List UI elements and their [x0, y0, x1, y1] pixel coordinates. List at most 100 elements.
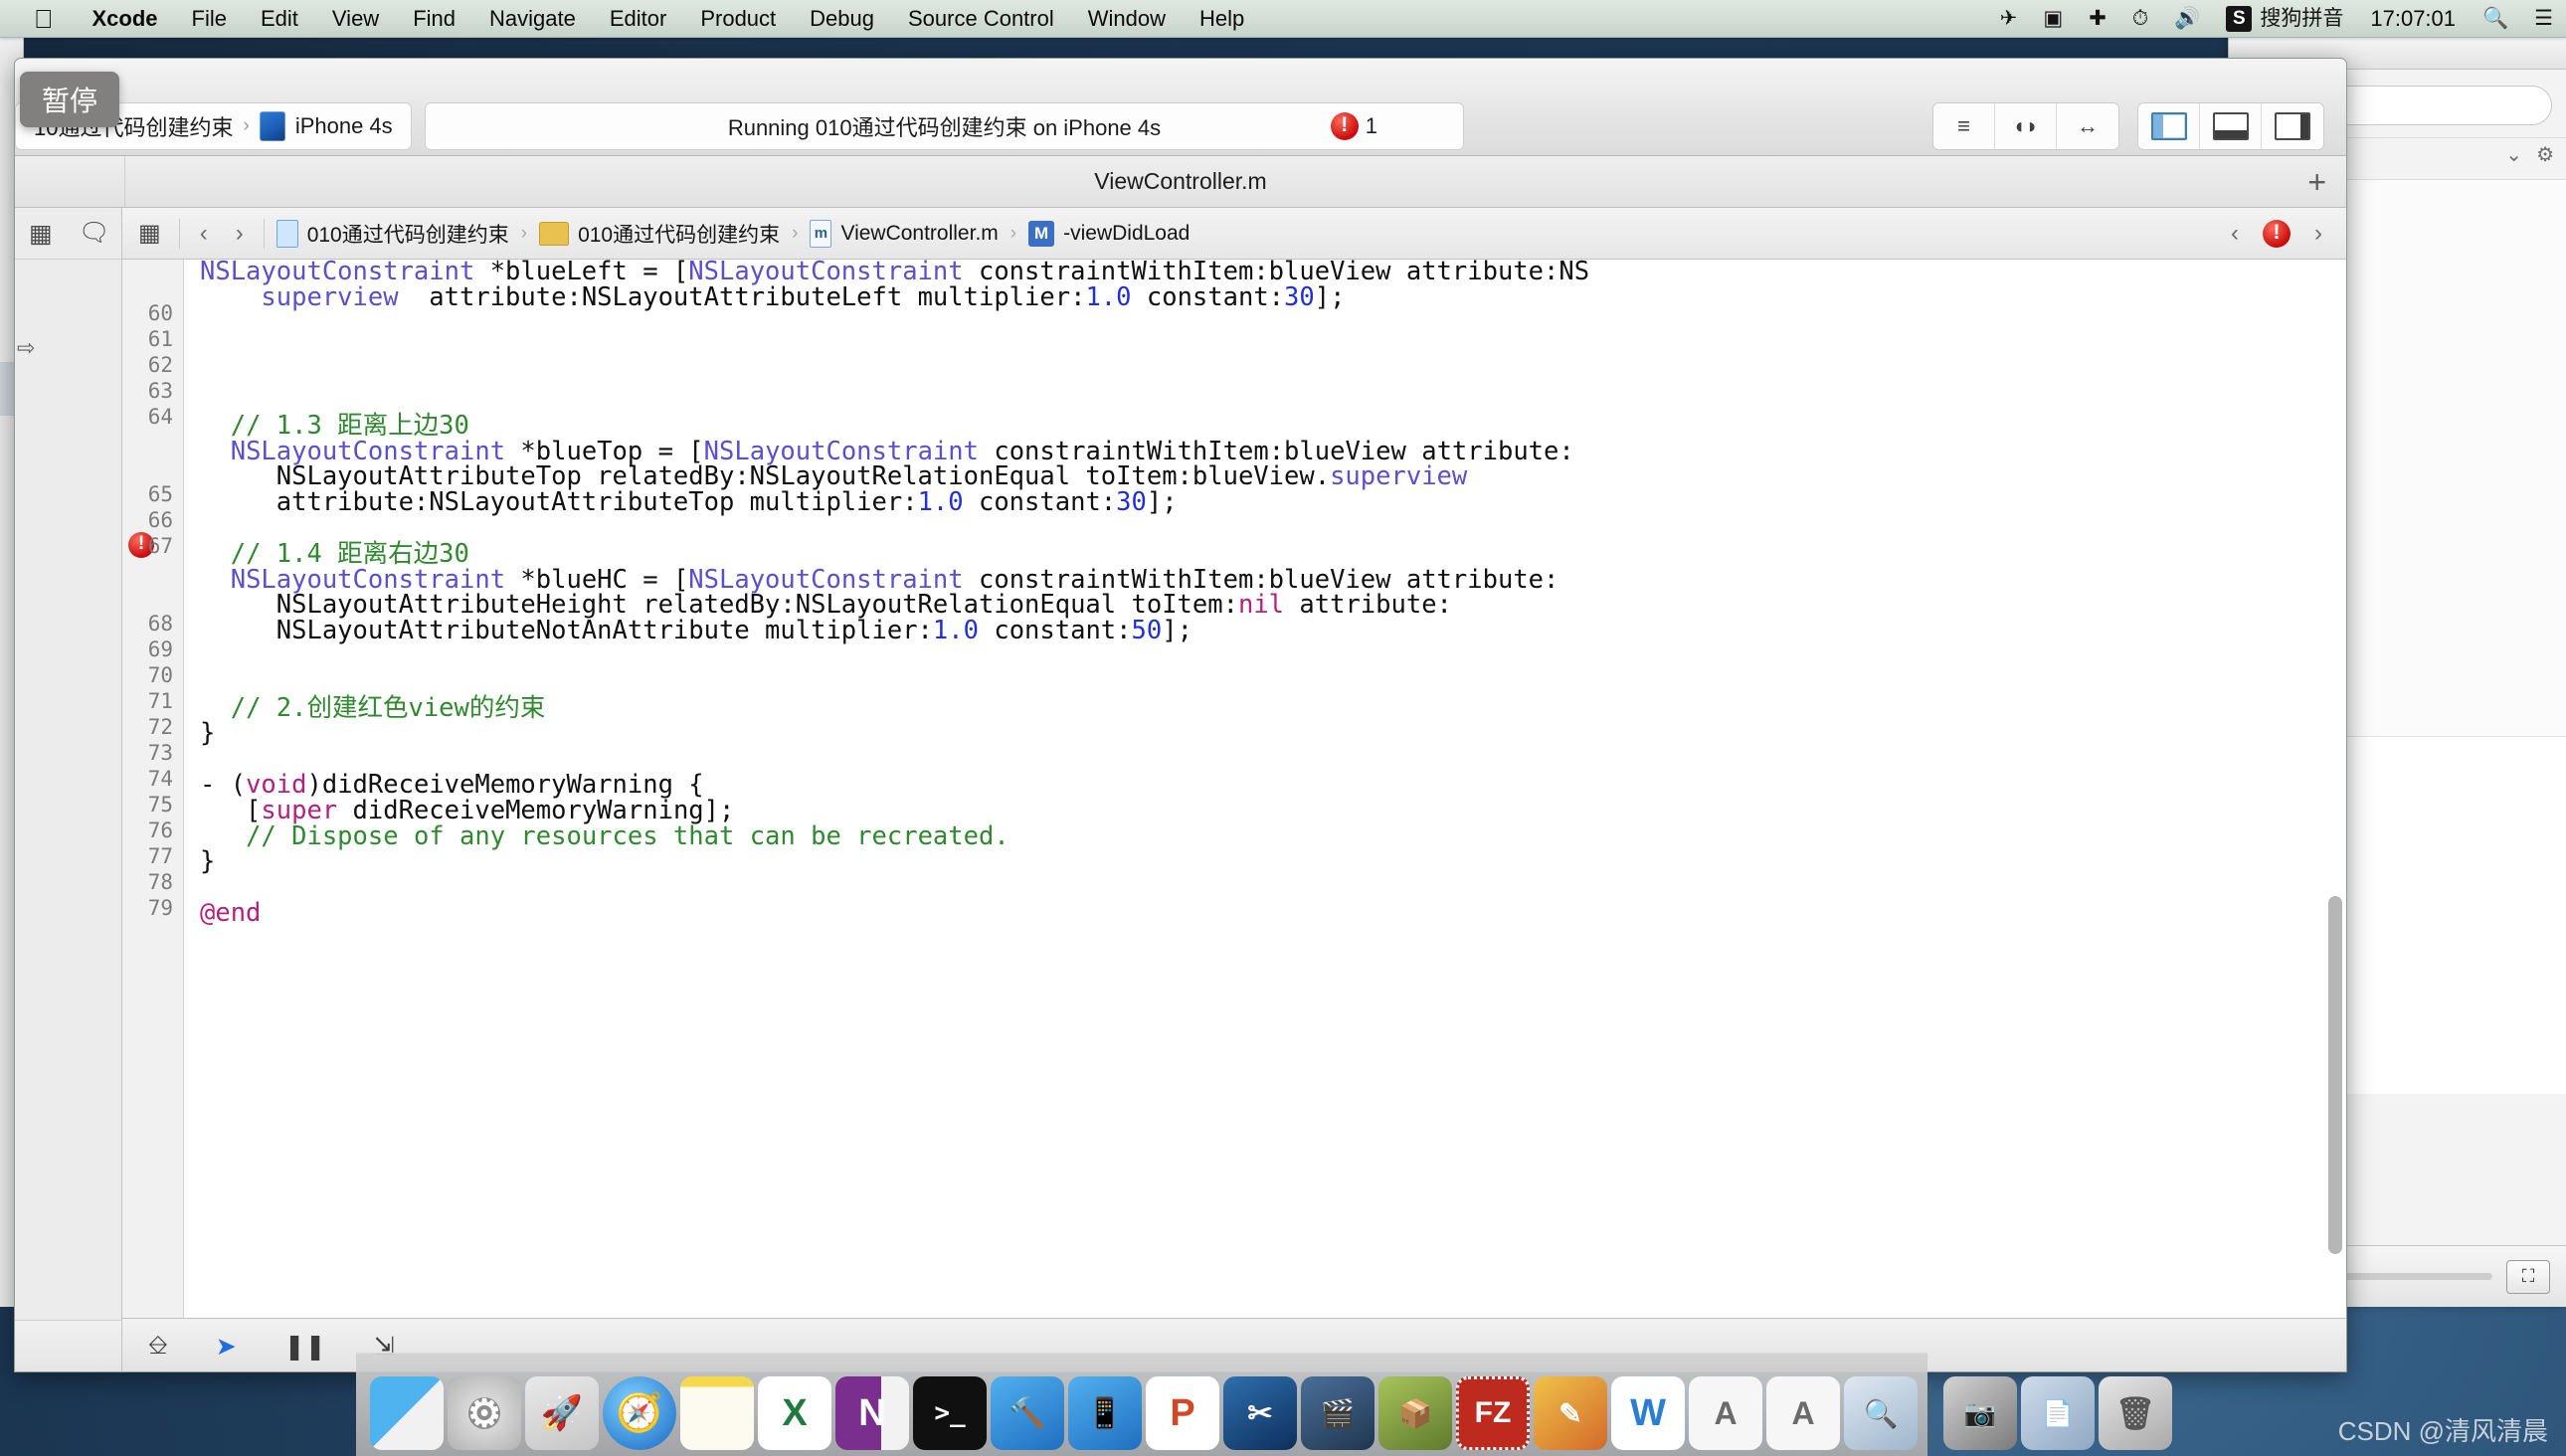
breadcrumb-method-label: -viewDidLoad [1063, 221, 1191, 245]
fullscreen-icon[interactable]: ⛶ [2506, 1259, 2550, 1294]
code-scroll-area[interactable]: NSLayoutConstraint *blueLeft = [NSLayout… [184, 260, 2346, 1318]
tab-viewcontroller-m[interactable]: ViewController.m [1094, 168, 1266, 195]
bluetooth-icon[interactable]: ✈ [1987, 8, 2031, 29]
utilities-toggle-icon[interactable] [2262, 103, 2323, 149]
error-icon[interactable]: ! [2263, 219, 2291, 248]
dock-item-preview[interactable]: 🔍 [1844, 1376, 1918, 1450]
activity-status-view: Running 010通过代码创建约束 on iPhone 4s ! 1 [425, 102, 1464, 150]
assistant-editor-icon[interactable]: ◖◗ [1995, 103, 2057, 149]
line-number: 64 [147, 405, 173, 429]
dock-item-powerpoint[interactable]: P [1146, 1376, 1219, 1450]
line-number: 72 [147, 715, 173, 739]
dock-item-filezilla[interactable]: FZ [1456, 1376, 1530, 1450]
menu-item-window[interactable]: Window [1071, 0, 1183, 38]
menu-item-file[interactable]: File [175, 0, 244, 38]
line-number: 65 [147, 482, 173, 506]
menu-item-help[interactable]: Help [1183, 0, 1261, 38]
dock-item-launchpad[interactable]: 🚀 [525, 1376, 599, 1450]
project-navigator-icon[interactable]: ▦ [29, 219, 53, 249]
gear-icon[interactable]: ⚙ [2536, 142, 2554, 167]
dock-item-notes[interactable] [680, 1376, 754, 1450]
line-number-gutter[interactable]: 60 61 62 63 64 65 66 ! 67 68 69 70 71 72 [122, 260, 184, 1318]
dock-item-onenote[interactable]: N [835, 1376, 909, 1450]
related-items-icon[interactable]: ▦ [132, 219, 167, 248]
dock-item-text-editor-a[interactable]: A [1689, 1376, 1762, 1450]
menu-item-navigate[interactable]: Navigate [472, 0, 593, 38]
menu-item-xcode[interactable]: Xcode [76, 0, 175, 38]
breadcrumb-folder[interactable]: 010通过代码创建约束 [539, 219, 780, 249]
dock-recent-screenshot-thumb[interactable]: 📷 [1943, 1376, 2017, 1450]
method-icon: M [1028, 220, 1055, 247]
menu-item-view[interactable]: View [315, 0, 396, 38]
add-tab-button[interactable]: + [2307, 166, 2326, 198]
dock-item-finder[interactable] [370, 1376, 444, 1450]
dock-item-text-editor-b[interactable]: A [1766, 1376, 1840, 1450]
screen-record-icon[interactable]: ▣ [2030, 8, 2076, 29]
continue-icon[interactable]: ➤ [216, 1332, 237, 1362]
menu-item-product[interactable]: Product [683, 0, 793, 38]
chevron-down-icon[interactable]: ⌄ [2505, 142, 2522, 167]
line-number: 74 [147, 767, 173, 791]
editor-mode-segmented[interactable]: ≡ ◖◗ ↔ [1932, 102, 2119, 150]
issue-back-button[interactable]: ‹ [2223, 220, 2247, 248]
back-button[interactable]: ‹ [192, 220, 216, 248]
pause-tooltip: 暂停 [20, 72, 120, 127]
breakpoint-toggle-icon[interactable]: ⎒ [148, 1332, 168, 1361]
dock-item-safari[interactable]: 🧭 [603, 1376, 676, 1450]
chevron-icon[interactable]: ⇨ [17, 335, 35, 361]
menubar-clock[interactable]: 17:07:01 [2356, 6, 2470, 32]
dock-item-excel[interactable]: X [758, 1376, 831, 1450]
m-file-icon: m [810, 219, 832, 248]
dock-item-terminal[interactable]: >_ [913, 1376, 987, 1450]
code-text[interactable]: NSLayoutConstraint *blueLeft = [NSLayout… [184, 260, 1589, 927]
chevron-right-icon: › [520, 222, 528, 244]
menu-item-edit[interactable]: Edit [244, 0, 315, 38]
dock-item-snipping-tool[interactable]: ✂ [1223, 1376, 1297, 1450]
dock-item-word[interactable]: W [1611, 1376, 1685, 1450]
editor-vertical-scrollbar[interactable] [2328, 896, 2342, 1254]
issue-forward-button[interactable]: › [2306, 220, 2330, 248]
breadcrumb-file[interactable]: m ViewController.m [810, 219, 999, 248]
line-number: 63 [147, 379, 173, 403]
dock-item-system-preferences[interactable]: ⚙ [448, 1376, 521, 1450]
menu-item-debug[interactable]: Debug [793, 0, 891, 38]
navigator-toggle-icon[interactable] [2138, 103, 2200, 149]
menu-item-find[interactable]: Find [396, 0, 472, 38]
list-icon[interactable]: ☰ [2521, 8, 2566, 29]
device-icon [259, 111, 285, 141]
error-icon: ! [1330, 112, 1359, 140]
dock-item-video-converter[interactable]: 🎬 [1301, 1376, 1375, 1450]
breadcrumb-project-label: 010通过代码创建约束 [306, 223, 509, 247]
time-machine-icon[interactable]: ⏱ [2119, 8, 2161, 29]
issue-badge[interactable]: ! 1 [1330, 112, 1377, 140]
search-icon[interactable]: 🔍 [2470, 8, 2521, 29]
menu-item-source-control[interactable]: Source Control [891, 0, 1071, 38]
volume-icon[interactable]: 🔊 [2161, 8, 2213, 29]
debug-area-toggle-icon[interactable] [2200, 103, 2262, 149]
panel-toggle-segmented[interactable] [2137, 102, 2324, 150]
line-number: 77 [147, 844, 173, 868]
apple-icon[interactable]:  [34, 6, 54, 32]
sogou-badge: S [2226, 5, 2253, 32]
dock-recent-document-thumb[interactable]: 📄 [2021, 1376, 2095, 1450]
xcode-body: ▦ 🗨 ⇨ ▦ ‹ › 010通过代码创建约束 › 010通过代码创建约束 › … [15, 208, 2346, 1371]
standard-editor-icon[interactable]: ≡ [1933, 103, 1995, 149]
dock-item-xcode-beta[interactable]: 📱 [1068, 1376, 1142, 1450]
dock-item-trash[interactable]: 🗑 [2099, 1376, 2172, 1450]
source-editor[interactable]: 60 61 62 63 64 65 66 ! 67 68 69 70 71 72 [122, 260, 2346, 1318]
pause-icon[interactable]: ❚❚ [284, 1332, 326, 1362]
dock-item-xcode[interactable]: 🔨 [991, 1376, 1064, 1450]
version-editor-icon[interactable]: ↔ [2057, 103, 2118, 149]
line-number: 66 [147, 508, 173, 532]
comment-icon[interactable]: 🗨 [79, 219, 110, 248]
menu-item-editor[interactable]: Editor [593, 0, 683, 38]
navigator-filter-bar[interactable] [15, 1320, 121, 1371]
dock-item-archiver[interactable]: 📦 [1378, 1376, 1452, 1450]
forward-button[interactable]: › [228, 220, 252, 248]
input-method-indicator[interactable]: S 搜狗拼音 [2213, 5, 2356, 32]
dock-item-office-suite[interactable]: ✎ [1534, 1376, 1607, 1450]
watermark: CSDN @清风清晨 [2337, 1416, 2548, 1446]
breadcrumb-project[interactable]: 010通过代码创建约束 [275, 219, 509, 249]
airplay-icon[interactable]: ✚ [2076, 8, 2119, 29]
breadcrumb-method[interactable]: M -viewDidLoad [1028, 220, 1191, 247]
